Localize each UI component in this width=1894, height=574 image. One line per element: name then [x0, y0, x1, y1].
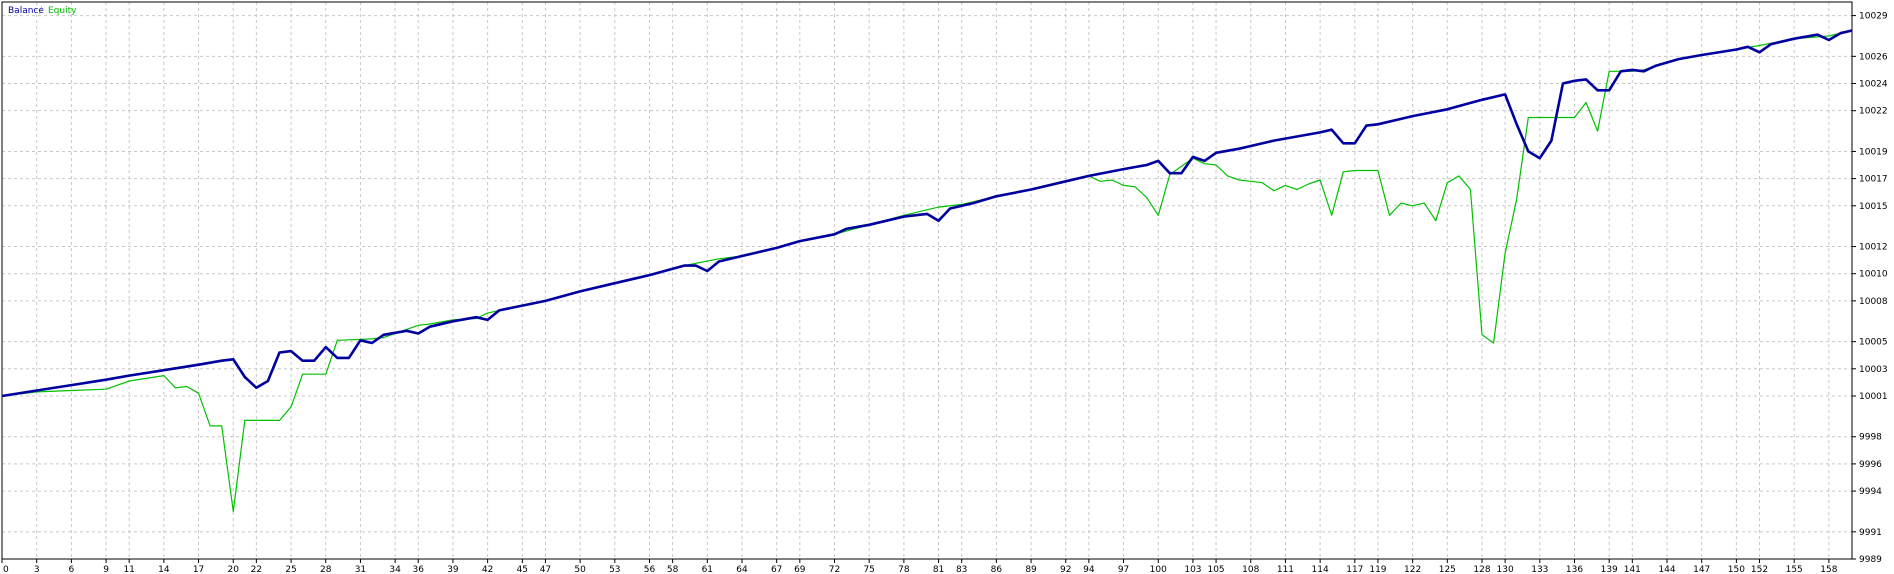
x-tick-label: 139 [1601, 565, 1618, 574]
y-tick-label: 10010 [1859, 270, 1888, 280]
x-tick-label: 61 [702, 565, 713, 574]
y-tick-label: 9994 [1859, 487, 1882, 497]
x-tick-label: 17 [193, 565, 204, 574]
y-tick-label: 10005 [1859, 338, 1888, 348]
x-tick-label: 67 [771, 565, 782, 574]
x-tick-label: 42 [482, 565, 493, 574]
y-tick-label: 10029 [1859, 12, 1888, 22]
x-tick-label: 36 [413, 565, 425, 574]
x-tick-label: 117 [1346, 565, 1363, 574]
x-tick-label: 64 [736, 565, 748, 574]
series-lines [1, 29, 1853, 513]
x-tick-label: 108 [1242, 565, 1259, 574]
y-tick-label: 10024 [1859, 80, 1888, 90]
y-tick-label: 10001 [1859, 392, 1888, 402]
legend: Balance / Equity [8, 6, 77, 16]
x-tick-label: 150 [1728, 565, 1745, 574]
x-tick-label: 53 [609, 565, 620, 574]
x-tick-label: 50 [574, 565, 586, 574]
x-tick-label: 128 [1473, 565, 1490, 574]
x-tick-label: 47 [540, 565, 551, 574]
x-tick-label: 136 [1566, 565, 1583, 574]
x-tick-label: 72 [829, 565, 840, 574]
x-tick-label: 141 [1624, 565, 1641, 574]
x-tick-label: 119 [1369, 565, 1386, 574]
x-tick-label: 3 [34, 565, 40, 574]
x-tick-label: 28 [320, 565, 332, 574]
x-tick-label: 45 [517, 565, 528, 574]
x-tick-label: 152 [1751, 565, 1768, 574]
x-tick-label: 122 [1404, 565, 1421, 574]
x-tick-label: 11 [123, 565, 134, 574]
x-tick-label: 69 [794, 565, 806, 574]
x-tick-label: 133 [1531, 565, 1548, 574]
y-tick-label: 10012 [1859, 243, 1888, 253]
x-tick-label: 81 [933, 565, 944, 574]
x-tick-label: 78 [898, 565, 910, 574]
x-tick-label: 147 [1693, 565, 1710, 574]
x-tick-label: 25 [285, 565, 296, 574]
x-tick-label: 0 [3, 565, 9, 574]
y-tick-label: 10008 [1859, 297, 1888, 307]
x-tick-label: 94 [1083, 565, 1095, 574]
y-axis: 9989 9991 9994 9996 9998 10001 10003 10005 10008… [1852, 12, 1888, 565]
legend-equity: Equity [48, 6, 77, 16]
balance-equity-chart: 0 3 6 9 11 14 17 20 22 25 28 31 34 36 39 42 45 47 50 53 56 58… [1, 1, 1888, 574]
x-tick-label: 14 [158, 565, 170, 574]
x-tick-label: 158 [1820, 565, 1837, 574]
y-tick-label: 10017 [1859, 175, 1888, 185]
x-tick-label: 9 [103, 565, 109, 574]
x-tick-label: 56 [644, 565, 656, 574]
x-tick-label: 31 [355, 565, 366, 574]
y-tick-label: 9998 [1859, 433, 1882, 443]
x-tick-label: 75 [863, 565, 874, 574]
y-tick-label: 9989 [1859, 555, 1882, 565]
y-tick-label: 10003 [1859, 365, 1888, 375]
x-tick-label: 39 [447, 565, 459, 574]
x-tick-label: 97 [1118, 565, 1129, 574]
equity-line [1, 29, 1853, 513]
x-tick-label: 83 [956, 565, 967, 574]
y-tick-label: 10022 [1859, 107, 1888, 117]
x-tick-label: 144 [1658, 565, 1675, 574]
y-tick-label: 10019 [1859, 147, 1888, 157]
x-tick-label: 125 [1439, 565, 1456, 574]
x-tick-label: 103 [1184, 565, 1201, 574]
x-tick-label: 22 [251, 565, 262, 574]
x-tick-label: 6 [69, 565, 75, 574]
x-tick-label: 114 [1312, 565, 1329, 574]
x-tick-label: 58 [667, 565, 679, 574]
x-tick-label: 20 [228, 565, 240, 574]
x-tick-label: 34 [389, 565, 401, 574]
x-tick-label: 105 [1207, 565, 1224, 574]
x-axis: 0 3 6 9 11 14 17 20 22 25 28 31 34 36 39 42 45 47 50 53 56 58… [1, 559, 1838, 574]
x-tick-label: 89 [1025, 565, 1037, 574]
grid [1, 2, 1852, 560]
y-tick-label: 10026 [1859, 52, 1888, 62]
y-tick-label: 10015 [1859, 202, 1888, 212]
y-tick-label: 9996 [1859, 460, 1882, 470]
x-tick-label: 155 [1786, 565, 1803, 574]
x-tick-label: 111 [1277, 565, 1294, 574]
x-tick-label: 86 [991, 565, 1003, 574]
x-tick-label: 100 [1150, 565, 1167, 574]
y-tick-label: 9991 [1859, 528, 1882, 538]
x-tick-label: 92 [1060, 565, 1071, 574]
x-tick-label: 130 [1497, 565, 1514, 574]
